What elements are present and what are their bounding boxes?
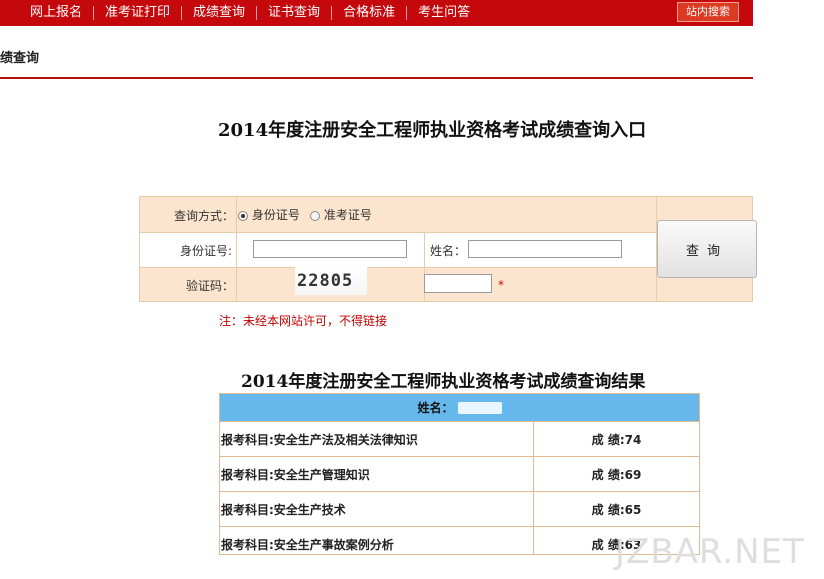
nav-item-faq[interactable]: 考生问答 [407,0,481,26]
subject-cell: 报考科目:安全生产事故案例分析 [220,527,534,554]
method-option-admission-label: 准考证号 [323,208,372,222]
score-cell: 成 绩:74 [591,432,642,447]
score-cell: 成 绩:65 [591,502,642,517]
id-number-input[interactable] [253,240,407,258]
table-row: 报考科目:安全生产技术 成 绩:65 [220,492,699,527]
method-option-admission[interactable]: 准考证号 [310,206,372,223]
subject-cell: 报考科目:安全生产技术 [220,492,534,526]
form-grid-line [140,232,656,233]
query-button[interactable]: 查询 [657,220,757,278]
subject-cell: 报考科目:安全生产管理知识 [220,457,534,491]
name-redaction [457,401,502,414]
divider [0,77,753,79]
table-row: 报考科目:安全生产法及相关法律知识 成 绩:74 [220,422,699,457]
captcha-input[interactable] [424,274,492,293]
nav-item-admission-print[interactable]: 准考证打印 [94,0,181,26]
results-table: 姓名： 报考科目:安全生产法及相关法律知识 成 绩:74 报考科目:安全生产管理… [219,393,700,555]
nav-item-score-query[interactable]: 成绩查询 [182,0,256,26]
site-search-button[interactable]: 站内搜索 [677,2,739,22]
score-cell: 成 绩:69 [591,467,642,482]
id-number-label: 身份证号: [180,244,233,258]
query-form: 查询方式： 身份证号 准考证号 身份证号: 姓名： 验证码： 22805 * 查… [139,196,757,302]
result-name-label: 姓名： [417,401,454,415]
form-grid-line [236,197,237,301]
results-header: 姓名： [220,394,699,422]
results-title: 2014年度注册安全工程师执业资格考试成绩查询结果 [241,372,646,392]
nav-item-pass-standard[interactable]: 合格标准 [332,0,406,26]
method-option-id[interactable]: 身份证号 [238,206,300,223]
captcha-label: 验证码： [186,279,235,293]
name-input[interactable] [468,240,622,258]
nav-item-certificate-query[interactable]: 证书查询 [257,0,331,26]
radio-unselected-icon[interactable] [310,210,320,221]
required-mark: * [498,278,504,292]
query-method-label: 查询方式： [174,209,235,223]
subject-cell: 报考科目:安全生产法及相关法律知识 [220,422,534,456]
watermark: JZBAR.NET [615,532,805,572]
radio-selected-icon[interactable] [238,210,248,221]
form-grid-line [140,267,656,268]
name-label: 姓名： [430,244,467,258]
nav-item-registration[interactable]: 网上报名 [0,0,93,26]
captcha-image: 22805 [295,267,367,295]
page-title: 2014年度注册安全工程师执业资格考试成绩查询入口 [218,120,647,141]
link-notice: 注：未经本网站许可，不得链接 [219,314,388,328]
top-nav-bar: 网上报名 准考证打印 成绩查询 证书查询 合格标准 考生问答 站内搜索 [0,0,753,26]
breadcrumb: 绩查询 [0,51,40,66]
method-option-id-label: 身份证号 [251,208,300,222]
table-row: 报考科目:安全生产管理知识 成 绩:69 [220,457,699,492]
